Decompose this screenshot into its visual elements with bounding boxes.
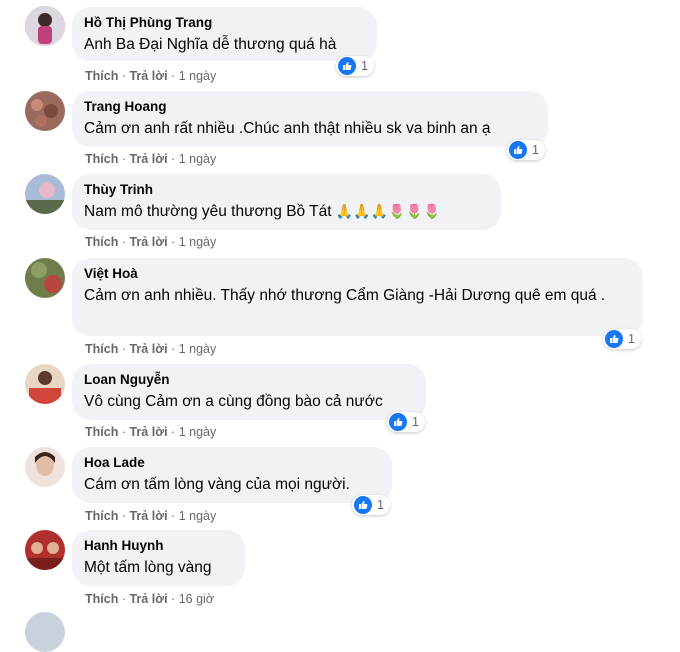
like-link[interactable]: Thích [85, 152, 118, 166]
avatar[interactable] [25, 530, 65, 570]
comment-time[interactable]: 1 ngày [179, 152, 217, 166]
like-icon [338, 57, 356, 75]
avatar-image [25, 258, 65, 298]
comment-text: Cám ơn tấm lòng vàng của mọi người. [84, 476, 350, 493]
comment-text: Cảm ơn anh rất nhiều .Chúc anh thật nhiề… [84, 120, 491, 137]
avatar[interactable] [25, 258, 65, 298]
reaction-number: 1 [628, 332, 635, 346]
avatar-image [25, 91, 65, 131]
comment-actions: Thích · Trả lời · 1 ngày [85, 152, 216, 166]
comment-bubble: Hồ Thị Phùng Trang Anh Ba Đại Nghĩa dễ t… [72, 7, 377, 61]
comment-author[interactable]: Hanh Huynh [84, 538, 233, 554]
comment-time[interactable]: 1 ngày [179, 235, 217, 249]
separator: · [121, 509, 126, 523]
avatar-image [25, 447, 65, 487]
separator: · [171, 509, 176, 523]
reaction-count[interactable]: 1 [352, 495, 390, 515]
comment-text: Vô cùng Cảm ơn a cùng đồng bào cả nước [84, 393, 383, 410]
reaction-count[interactable]: 1 [603, 329, 641, 349]
separator: · [121, 592, 126, 606]
reaction-number: 1 [377, 498, 384, 512]
comment-text: Nam mô thường yêu thương Bồ Tát 🙏🙏🙏🌷🌷🌷 [84, 201, 489, 223]
comment-actions: Thích · Trả lời · 1 ngày [85, 342, 216, 356]
separator: · [121, 69, 126, 83]
comment-actions: Thích · Trả lời · 1 ngày [85, 425, 216, 439]
avatar[interactable] [25, 6, 65, 46]
comment-bubble: Hoa Lade Cám ơn tấm lòng vàng của mọi ng… [72, 447, 392, 503]
comment-text-body: Nam mô thường yêu thương Bồ Tát [84, 203, 332, 220]
separator: · [121, 342, 126, 356]
separator: · [171, 592, 176, 606]
separator: · [171, 235, 176, 249]
like-link[interactable]: Thích [85, 592, 118, 606]
reply-link[interactable]: Trả lời [129, 69, 167, 83]
separator: · [121, 425, 126, 439]
comment-actions: Thích · Trả lời · 1 ngày [85, 509, 216, 523]
comment-bubble: Việt Hoà Cảm ơn anh nhiều. Thấy nhớ thươ… [72, 258, 643, 336]
reply-link[interactable]: Trả lời [129, 235, 167, 249]
reaction-count[interactable]: 1 [336, 56, 374, 76]
reaction-count[interactable]: 1 [387, 412, 425, 432]
reply-link[interactable]: Trả lời [129, 425, 167, 439]
like-link[interactable]: Thích [85, 342, 118, 356]
like-link[interactable]: Thích [85, 69, 118, 83]
avatar-image [25, 530, 65, 570]
like-link[interactable]: Thích [85, 509, 118, 523]
comment-actions: Thích · Trả lời · 1 ngày [85, 69, 216, 83]
separator: · [121, 235, 126, 249]
comment-time[interactable]: 1 ngày [179, 425, 217, 439]
reaction-count[interactable]: 1 [507, 140, 545, 160]
avatar-image [25, 6, 65, 46]
comment-time[interactable]: 1 ngày [179, 69, 217, 83]
comment-author[interactable]: Hồ Thị Phùng Trang [84, 15, 365, 31]
like-link[interactable]: Thích [85, 235, 118, 249]
comment-actions: Thích · Trả lời · 1 ngày [85, 235, 216, 249]
separator: · [171, 342, 176, 356]
reaction-number: 1 [412, 415, 419, 429]
comment-bubble: Thùy Trinh Nam mô thường yêu thương Bồ T… [72, 174, 501, 230]
reply-link[interactable]: Trả lời [129, 509, 167, 523]
comment-actions: Thích · Trả lời · 16 giờ [85, 592, 214, 606]
comment-bubble: Loan Nguyễn Vô cùng Cảm ơn a cùng đồng b… [72, 364, 426, 420]
comment-time[interactable]: 1 ngày [179, 509, 217, 523]
comment-text: Cảm ơn anh nhiều. Thấy nhớ thương Cẩm Gi… [84, 287, 606, 304]
avatar[interactable] [25, 364, 65, 404]
reply-link[interactable]: Trả lời [129, 592, 167, 606]
like-icon [509, 141, 527, 159]
avatar-image [25, 174, 65, 214]
comment-author[interactable]: Loan Nguyễn [84, 372, 414, 388]
separator: · [171, 69, 176, 83]
reply-link[interactable]: Trả lời [129, 342, 167, 356]
avatar[interactable] [25, 91, 65, 131]
comment-time[interactable]: 1 ngày [179, 342, 217, 356]
reaction-number: 1 [361, 59, 368, 73]
separator: · [121, 152, 126, 166]
reaction-number: 1 [532, 143, 539, 157]
avatar-image [25, 364, 65, 404]
comment-author[interactable]: Trang Hoang [84, 99, 536, 115]
like-icon [605, 330, 623, 348]
comment-author[interactable]: Thùy Trinh [84, 182, 489, 198]
like-icon [354, 496, 372, 514]
avatar[interactable] [25, 612, 65, 652]
comment-emoji: 🙏🙏🙏🌷🌷🌷 [335, 204, 441, 220]
comment-bubble: Trang Hoang Cảm ơn anh rất nhiều .Chúc a… [72, 91, 548, 147]
reply-link[interactable]: Trả lời [129, 152, 167, 166]
comment-author[interactable]: Việt Hoà [84, 266, 631, 282]
comment-time[interactable]: 16 giờ [179, 592, 214, 606]
comment-text: Anh Ba Đại Nghĩa dễ thương quá hà [84, 36, 337, 53]
avatar[interactable] [25, 174, 65, 214]
comment-text: Một tấm lòng vàng [84, 559, 212, 576]
like-link[interactable]: Thích [85, 425, 118, 439]
separator: · [171, 425, 176, 439]
comment-author[interactable]: Hoa Lade [84, 455, 380, 471]
separator: · [171, 152, 176, 166]
comment-bubble: Hanh Huynh Một tấm lòng vàng [72, 530, 245, 586]
like-icon [389, 413, 407, 431]
avatar[interactable] [25, 447, 65, 487]
